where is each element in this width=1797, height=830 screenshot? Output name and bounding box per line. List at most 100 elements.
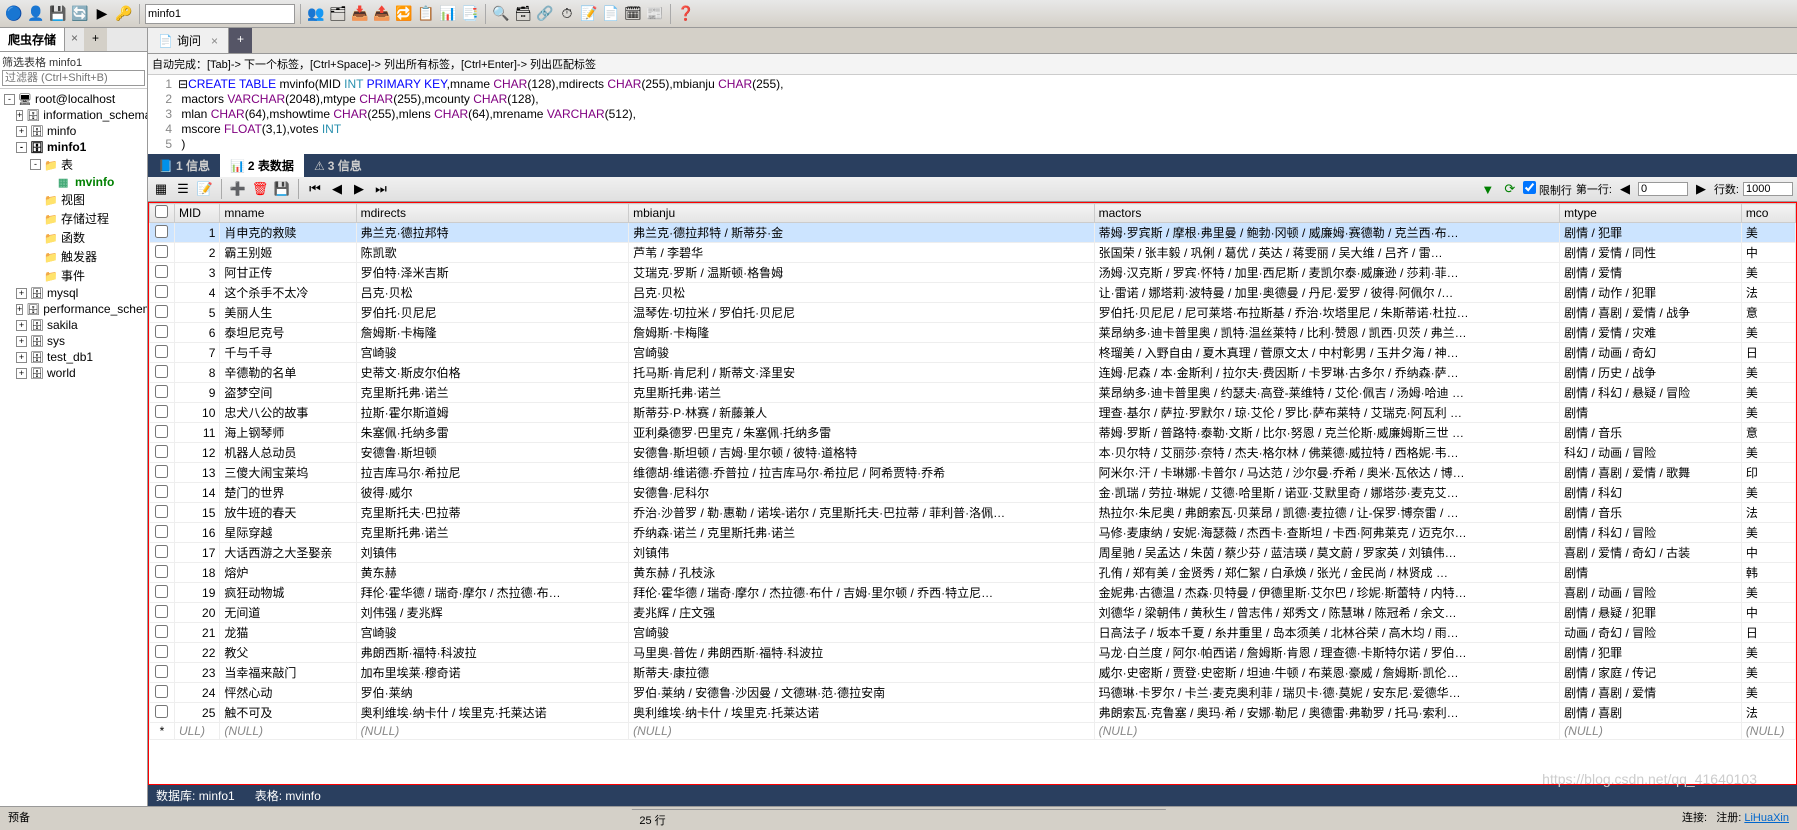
tree-node[interactable]: mvinfo [2, 174, 145, 190]
table-row[interactable]: 4这个杀手不太冷吕克·贝松吕克·贝松让·雷诺 / 娜塔莉·波特曼 / 加里·奥德… [150, 283, 1796, 303]
table-row[interactable]: 1肖申克的救赎弗兰克·德拉邦特弗兰克·德拉邦特 / 斯蒂芬·金蒂姆·罗宾斯 / … [150, 223, 1796, 243]
tab-info2[interactable]: ⚠ 3 信息 [304, 154, 372, 177]
table-row[interactable]: 9盗梦空间克里斯托弗·诺兰克里斯托弗·诺兰莱昂纳多·迪卡普里奥 / 约瑟夫·高登… [150, 383, 1796, 403]
tool-key-icon[interactable]: 🔑 [114, 4, 134, 24]
row-checkbox[interactable] [155, 585, 168, 598]
table-row[interactable]: 15放牛班的春天克里斯托夫·巴拉蒂乔治·沙普罗 / 勒·惠勒 / 诺埃-诺尔 /… [150, 503, 1796, 523]
table-row[interactable]: 3阿甘正传罗伯特·泽米吉斯艾瑞克·罗斯 / 温斯顿·格鲁姆汤姆·汉克斯 / 罗宾… [150, 263, 1796, 283]
table-row[interactable]: 25触不可及奥利维埃·纳卡什 / 埃里克·托莱达诺奥利维埃·纳卡什 / 埃里克·… [150, 703, 1796, 723]
tool-a-icon[interactable]: 👥 [306, 4, 326, 24]
table-row[interactable]: 12机器人总动员安德鲁·斯坦顿安德鲁·斯坦顿 / 吉姆·里尔顿 / 彼特·道格特… [150, 443, 1796, 463]
table-row[interactable]: 11海上钢琴师朱塞佩·托纳多雷亚利桑德罗·巴里克 / 朱塞佩·托纳多雷蒂姆·罗斯… [150, 423, 1796, 443]
tool-q-icon[interactable]: ❓ [676, 4, 696, 24]
tool-p-icon[interactable]: 📰 [645, 4, 665, 24]
table-row[interactable]: 23当幸福来敲门加布里埃莱·穆奇诺斯蒂夫·康拉德威尔·史密斯 / 贾登·史密斯 … [150, 663, 1796, 683]
tool-j-icon[interactable]: 🗃 [513, 4, 533, 24]
tree-node[interactable]: +mysql [2, 285, 145, 301]
table-row[interactable]: 6泰坦尼克号詹姆斯·卡梅隆詹姆斯·卡梅隆莱昂纳多·迪卡普里奥 / 凯特·温丝莱特… [150, 323, 1796, 343]
tool-exec-icon[interactable]: ▶ [92, 4, 112, 24]
row-checkbox[interactable] [155, 505, 168, 518]
tool-m-icon[interactable]: 📝 [579, 4, 599, 24]
tool-user-icon[interactable]: 👤 [26, 4, 46, 24]
table-row[interactable]: 20无间道刘伟强 / 麦兆辉麦兆辉 / 庄文强刘德华 / 梁朝伟 / 黄秋生 /… [150, 603, 1796, 623]
first-row-input[interactable] [1638, 182, 1688, 196]
text-view-icon[interactable]: 📝 [196, 180, 214, 198]
tool-refresh-icon[interactable]: 🔄 [70, 4, 90, 24]
data-grid[interactable]: MIDmnamemdirectsmbianjumactorsmtypemco 1… [149, 203, 1796, 740]
row-checkbox[interactable] [155, 245, 168, 258]
sql-editor[interactable]: 12345 ⊟CREATE TABLE mvinfo(MID INT PRIMA… [148, 75, 1797, 154]
column-header[interactable]: mtype [1560, 204, 1742, 223]
row-checkbox[interactable] [155, 405, 168, 418]
table-row[interactable]: 2霸王别姬陈凯歌芦苇 / 李碧华张国荣 / 张丰毅 / 巩俐 / 葛优 / 英达… [150, 243, 1796, 263]
column-header[interactable]: mname [220, 204, 356, 223]
tree-node[interactable]: 触发器 [2, 247, 145, 266]
row-checkbox[interactable] [155, 385, 168, 398]
table-row[interactable]: 10忠犬八公的故事拉斯·霍尔斯道姆斯蒂芬·P·林赛 / 新藤兼人理查·基尔 / … [150, 403, 1796, 423]
table-row[interactable]: 5美丽人生罗伯托·贝尼尼温琴佐·切拉米 / 罗伯托·贝尼尼罗伯托·贝尼尼 / 尼… [150, 303, 1796, 323]
table-row[interactable]: 7千与千寻宫崎骏宫崎骏柊瑠美 / 入野自由 / 夏木真理 / 菅原文太 / 中村… [150, 343, 1796, 363]
tool-o-icon[interactable]: 🗓 [623, 4, 643, 24]
row-checkbox[interactable] [155, 525, 168, 538]
select-all-checkbox[interactable] [155, 205, 168, 218]
filter-input[interactable] [2, 70, 145, 86]
tool-f-icon[interactable]: 📋 [416, 4, 436, 24]
rows-input[interactable] [1743, 182, 1793, 196]
add-row-icon[interactable]: ➕ [229, 180, 247, 198]
reload-icon[interactable]: ⟳ [1501, 180, 1519, 198]
row-checkbox[interactable] [155, 305, 168, 318]
tree-node[interactable]: +sys [2, 333, 145, 349]
row-checkbox[interactable] [155, 625, 168, 638]
tool-d-icon[interactable]: 📤 [372, 4, 392, 24]
database-combo[interactable] [145, 4, 295, 24]
tree-node[interactable]: -表 [2, 155, 145, 174]
tree-node[interactable]: +information_schema [2, 107, 145, 123]
row-checkbox[interactable] [155, 605, 168, 618]
table-row[interactable]: 14楚门的世界彼得·威尔安德鲁·尼科尔金·凯瑞 / 劳拉·琳妮 / 艾德·哈里斯… [150, 483, 1796, 503]
table-row[interactable]: 13三傻大闹宝莱坞拉吉库马尔·希拉尼维德胡·维诺德·乔普拉 / 拉吉库马尔·希拉… [150, 463, 1796, 483]
tool-i-icon[interactable]: 🔍 [491, 4, 511, 24]
row-checkbox[interactable] [155, 565, 168, 578]
query-tab[interactable]: 📄 询问× [148, 28, 229, 53]
sidebar-tab-close-icon[interactable]: × [65, 28, 84, 51]
first-prev-icon[interactable]: ◀ [1616, 180, 1634, 198]
tool-l-icon[interactable]: ⏱ [557, 4, 577, 24]
row-checkbox[interactable] [155, 465, 168, 478]
user-link[interactable]: LiHuaXin [1744, 812, 1789, 824]
row-checkbox[interactable] [155, 345, 168, 358]
next-icon[interactable]: ▶ [350, 180, 368, 198]
tree-node[interactable]: +world [2, 365, 145, 381]
last-icon[interactable]: ⏭ [372, 180, 390, 198]
limit-checkbox[interactable]: 限制行 [1523, 181, 1572, 198]
row-checkbox[interactable] [155, 445, 168, 458]
tool-k-icon[interactable]: 🔗 [535, 4, 555, 24]
filter-icon[interactable]: ▼ [1479, 180, 1497, 198]
row-checkbox[interactable] [155, 705, 168, 718]
tree-node[interactable]: 存储过程 [2, 209, 145, 228]
row-checkbox[interactable] [155, 225, 168, 238]
table-row[interactable]: 19疯狂动物城拜伦·霍华德 / 瑞奇·摩尔 / 杰拉德·布…拜伦·霍华德 / 瑞… [150, 583, 1796, 603]
tree-node[interactable]: 视图 [2, 190, 145, 209]
row-checkbox[interactable] [155, 285, 168, 298]
table-row-new[interactable]: *ULL)(NULL)(NULL)(NULL)(NULL)(NULL)(NULL… [150, 723, 1796, 740]
tool-h-icon[interactable]: 📑 [460, 4, 480, 24]
tool-new-icon[interactable]: 🔵 [4, 4, 24, 24]
tool-b-icon[interactable]: 🗂 [328, 4, 348, 24]
column-header[interactable]: mactors [1094, 204, 1560, 223]
tool-g-icon[interactable]: 📊 [438, 4, 458, 24]
sidebar-tab-add-icon[interactable]: + [84, 28, 107, 51]
row-checkbox[interactable] [155, 325, 168, 338]
column-header[interactable]: mbianju [629, 204, 1095, 223]
tree-node[interactable]: +sakila [2, 317, 145, 333]
table-row[interactable]: 24怦然心动罗伯·莱纳罗伯·莱纳 / 安德鲁·沙因曼 / 文德琳·范·德拉安南玛… [150, 683, 1796, 703]
tool-n-icon[interactable]: 📄 [601, 4, 621, 24]
sidebar-tab[interactable]: 爬虫存储 [0, 28, 65, 51]
table-row[interactable]: 16星际穿越克里斯托弗·诺兰乔纳森·诺兰 / 克里斯托弗·诺兰马修·麦康纳 / … [150, 523, 1796, 543]
form-view-icon[interactable]: ☰ [174, 180, 192, 198]
tool-e-icon[interactable]: 🔁 [394, 4, 414, 24]
row-checkbox[interactable] [155, 545, 168, 558]
prev-icon[interactable]: ◀ [328, 180, 346, 198]
tool-save-icon[interactable]: 💾 [48, 4, 68, 24]
grid-view-icon[interactable]: ▦ [152, 180, 170, 198]
column-header[interactable]: MID [174, 204, 219, 223]
